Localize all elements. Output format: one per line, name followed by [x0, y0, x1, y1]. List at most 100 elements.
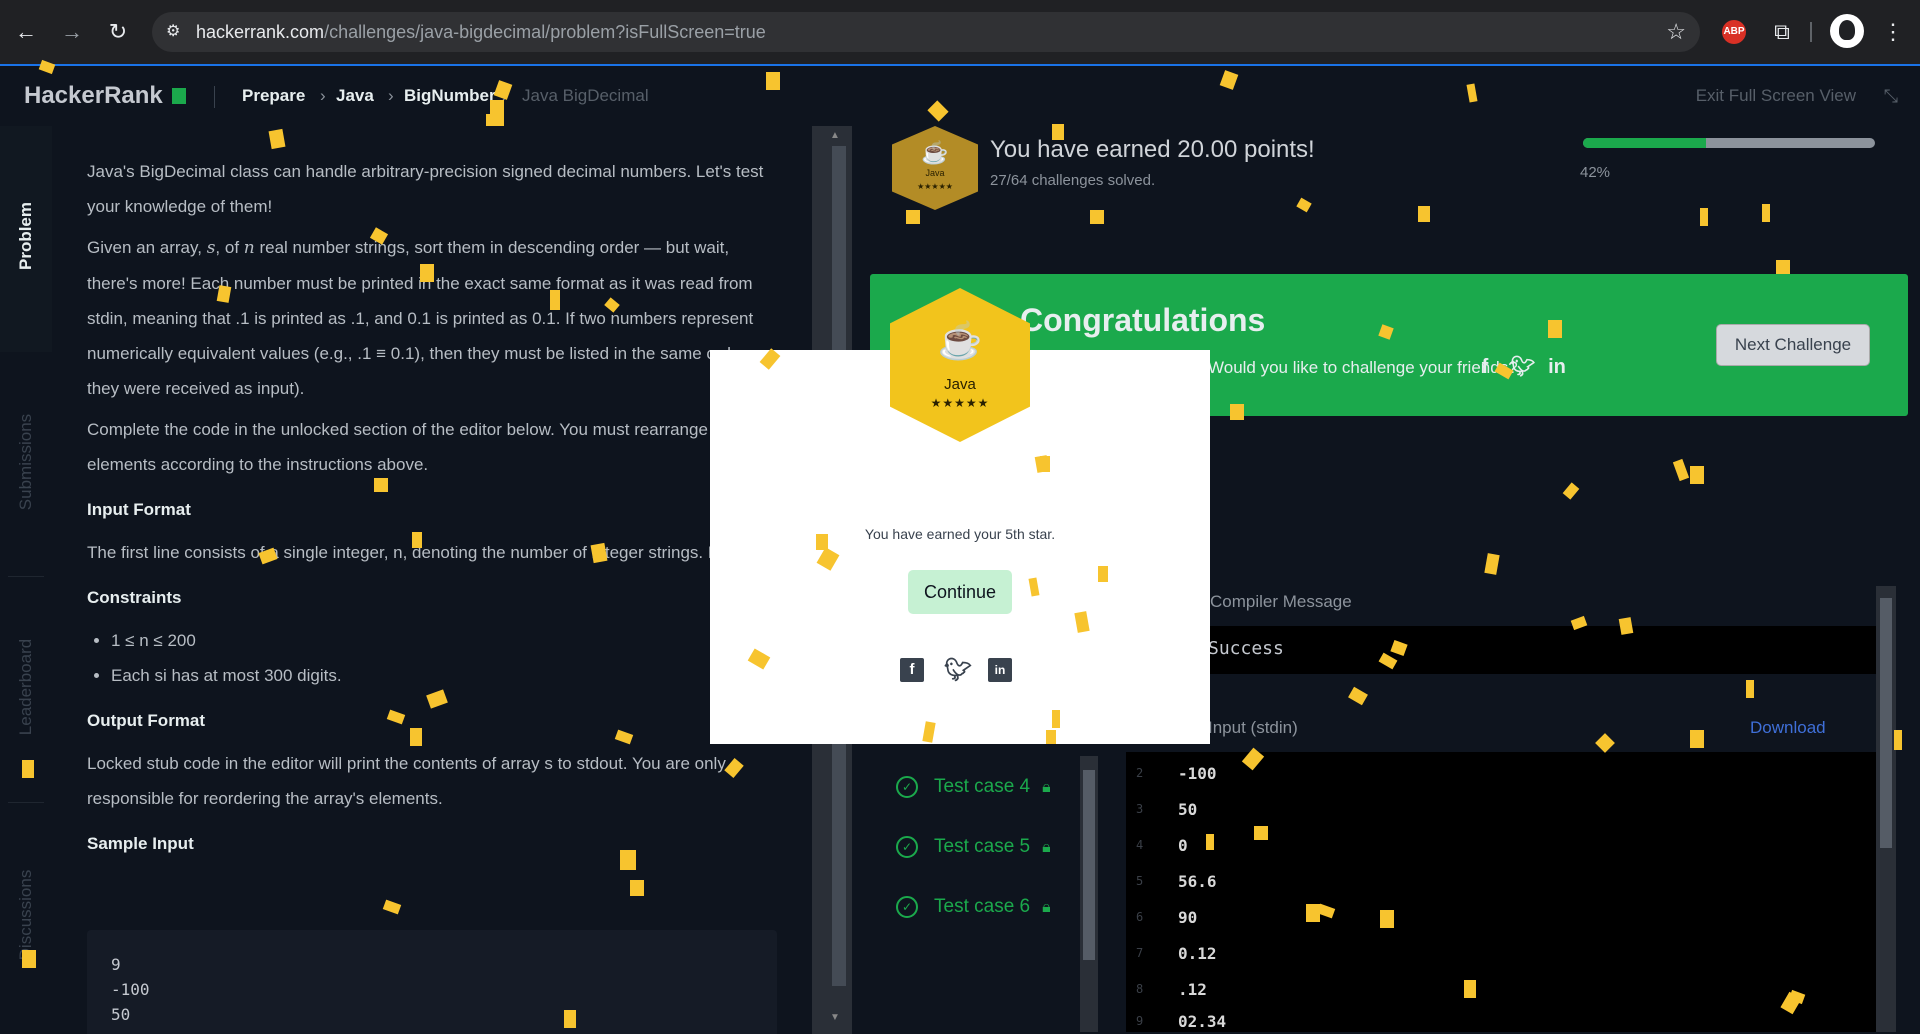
input-format-heading: Input Format [87, 500, 191, 519]
output-format-text: Locked stub code in the editor will prin… [87, 754, 726, 808]
test-case-scrollbar[interactable] [1080, 756, 1098, 1032]
header-divider [214, 86, 215, 108]
browser-toolbar: ← → ↻ ⚙ hackerrank.com/challenges/java-b… [0, 0, 1920, 66]
bookmark-star-icon[interactable]: ☆ [1666, 19, 1686, 45]
line-number: 2 [1136, 766, 1144, 780]
extensions-icon[interactable]: ⧉ [1768, 18, 1796, 46]
confetti-piece [420, 264, 434, 282]
input-label: Input (stdin) [1208, 718, 1298, 737]
confetti-piece [1052, 710, 1060, 728]
input-line: 56.6 [1178, 872, 1217, 891]
scroll-up-icon[interactable]: ▲ [830, 130, 840, 141]
confetti-piece [22, 950, 36, 968]
java-cup-icon: ☕ [937, 320, 983, 361]
confetti-piece [1548, 320, 1562, 338]
exit-fullscreen-link[interactable]: Exit Full Screen View [1696, 86, 1856, 106]
facebook-share-icon[interactable]: f [900, 658, 924, 682]
address-bar[interactable]: ⚙ hackerrank.com/challenges/java-bigdeci… [152, 12, 1700, 52]
breadcrumb-bignumber[interactable]: BigNumber [404, 86, 496, 106]
input-line: .12 [1178, 980, 1207, 999]
input-line: 90 [1178, 908, 1198, 927]
hackerrank-logo[interactable]: HackerRank [24, 82, 163, 110]
congratulations-title: Congratulations [1020, 302, 1266, 338]
back-icon[interactable]: ← [12, 18, 40, 46]
badge-stars: ★★★★★ [917, 182, 953, 191]
confetti-piece [1206, 834, 1214, 850]
confetti-piece [486, 114, 504, 126]
tab-submissions[interactable]: Submissions [0, 352, 52, 577]
scroll-down-icon[interactable]: ▼ [830, 1012, 840, 1023]
twitter-icon[interactable]: 🐦︎ [1510, 356, 1535, 378]
continue-button[interactable]: Continue [908, 570, 1012, 614]
twitter-share-icon[interactable]: 🐦︎ [944, 658, 972, 682]
confetti-piece [374, 478, 388, 492]
compiler-message-value: Success [1208, 638, 1284, 659]
site-info-icon[interactable]: ⚙ [166, 22, 186, 42]
tab-leaderboard-label: Leaderboard [16, 638, 35, 736]
download-link[interactable]: Download [1750, 718, 1826, 738]
breadcrumb-java[interactable]: Java [336, 86, 374, 106]
problem-panel: Java's BigDecimal class can handle arbit… [52, 126, 812, 1034]
linkedin-share-icon[interactable]: in [988, 658, 1012, 682]
test-case-item[interactable]: ✓ Test case 5 🔒︎ [896, 836, 1051, 866]
reload-icon[interactable]: ↻ [104, 18, 132, 46]
sample-input-code: 9 -100 50 [111, 955, 150, 1024]
line-number: 6 [1136, 910, 1144, 924]
confetti-piece [1040, 456, 1050, 472]
test-case-item[interactable]: ✓ Test case 6 🔒︎ [896, 896, 1051, 926]
confetti-piece [1254, 826, 1268, 840]
constraint-item: Each si has at most 300 digits. [111, 658, 777, 693]
next-challenge-button[interactable]: Next Challenge [1716, 324, 1870, 366]
confetti-piece [1230, 404, 1244, 420]
share-prompt: Would you like to challenge your friends… [1208, 358, 1518, 377]
confetti-piece [816, 534, 828, 550]
linkedin-icon[interactable]: in [1546, 356, 1568, 378]
forward-icon[interactable]: → [58, 18, 86, 46]
browser-menu-icon[interactable]: ⋮ [1882, 18, 1904, 46]
adblock-extension-icon[interactable]: ABP [1722, 20, 1746, 44]
sample-input-heading: Sample Input [87, 834, 194, 853]
profile-avatar-icon[interactable] [1830, 14, 1864, 48]
breadcrumb-current: Java BigDecimal [522, 86, 649, 105]
confetti-piece [550, 290, 560, 310]
constraints-heading: Constraints [87, 588, 182, 607]
problem-description: Given an array, s, of n real number stri… [87, 238, 769, 398]
input-line: 0 [1178, 836, 1188, 855]
input-line: -100 [1178, 764, 1217, 783]
confetti-piece [1762, 204, 1770, 222]
input-line: 02.34 [1178, 1012, 1227, 1031]
scrollbar-thumb[interactable] [1880, 598, 1892, 848]
confetti-piece [22, 760, 34, 778]
line-number: 9 [1136, 1014, 1144, 1028]
confetti-piece [1464, 980, 1476, 998]
confetti-piece [590, 542, 608, 564]
confetti-piece [906, 210, 920, 224]
facebook-icon[interactable]: f [1474, 356, 1496, 378]
tab-discussions-label: Discussions [16, 869, 35, 961]
confetti-piece [1098, 566, 1108, 582]
java-cup-icon: ☕ [921, 140, 949, 165]
logo-mark-icon [172, 88, 186, 104]
confetti-piece [1776, 260, 1790, 274]
test-case-item[interactable]: ✓ Test case 4 🔒︎ [896, 776, 1051, 806]
points-earned: You have earned 20.00 points! [990, 136, 1315, 163]
tab-submissions-label: Submissions [16, 413, 35, 511]
challenges-solved: 27/64 challenges solved. [990, 172, 1156, 189]
problem-instructions: Complete the code in the unlocked sectio… [87, 420, 733, 474]
check-icon: ✓ [896, 776, 918, 798]
url-text[interactable]: hackerrank.com/challenges/java-bigdecima… [196, 22, 766, 43]
confetti-piece [410, 728, 422, 746]
results-scrollbar[interactable] [1876, 586, 1896, 1032]
constraints-list: 1 ≤ n ≤ 200 Each si has at most 300 digi… [87, 623, 777, 693]
input-line: 50 [1178, 800, 1198, 819]
java-badge-small: ☕ Java ★★★★★ [892, 126, 978, 210]
sample-input-box: 9 -100 50 [87, 930, 777, 1034]
collapse-icon[interactable]: ⤡ [1884, 86, 1898, 107]
tab-problem[interactable]: Problem [0, 126, 52, 352]
compiler-message-box: Success [1126, 626, 1876, 674]
line-number: 3 [1136, 802, 1144, 816]
breadcrumb-prepare[interactable]: Prepare [242, 86, 305, 106]
line-number: 4 [1136, 838, 1144, 852]
scrollbar-thumb[interactable] [1083, 770, 1095, 960]
tab-discussions[interactable]: Discussions [0, 803, 52, 1034]
